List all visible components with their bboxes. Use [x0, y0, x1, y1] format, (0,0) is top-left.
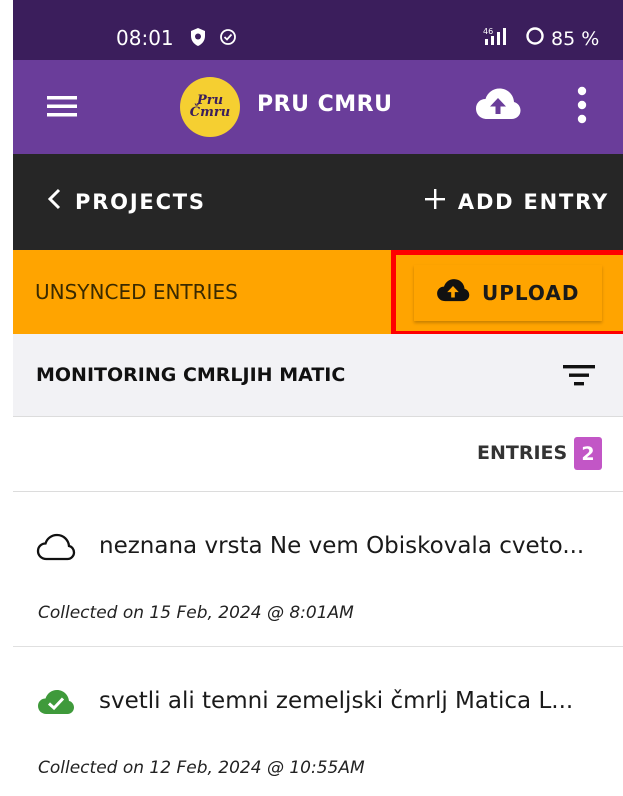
battery-ring-icon: [525, 26, 545, 51]
upload-button[interactable]: UPLOAD: [414, 265, 602, 321]
entries-header: ENTRIES 2: [13, 417, 623, 492]
entry-title: neznana vrsta Ne vem Obiskovala cveto...: [99, 533, 585, 559]
project-header: MONITORING CMRLJIH MATIC: [13, 334, 623, 417]
entries-count-badge: 2: [574, 437, 602, 470]
signal-icon: 46: [483, 26, 519, 51]
status-right-group: 46 85 %: [483, 26, 599, 51]
projects-back-button[interactable]: PROJECTS: [47, 188, 206, 215]
add-entry-button[interactable]: ADD ENTRY: [424, 188, 609, 215]
battery-percent: 85 %: [551, 27, 600, 50]
cloud-check-icon: [36, 687, 76, 722]
project-title: MONITORING CMRLJIH MATIC: [36, 364, 346, 386]
app-logo: Pru Čmru: [180, 77, 240, 137]
check-circle-icon: [219, 28, 237, 51]
menu-icon[interactable]: [47, 94, 77, 123]
list-item[interactable]: neznana vrsta Ne vem Obiskovala cveto...…: [13, 492, 623, 647]
more-vert-icon[interactable]: [576, 85, 588, 130]
status-bar: 08:01 46 85 %: [13, 0, 623, 60]
chevron-left-icon: [47, 188, 61, 215]
entries-label: ENTRIES: [477, 442, 568, 464]
app-title: PRU CMRU: [257, 92, 393, 117]
app-bar: Pru Čmru PRU CMRU: [13, 60, 623, 154]
network-type: 46: [483, 27, 493, 36]
cloud-upload-icon[interactable]: [475, 87, 521, 128]
upload-highlight: UPLOAD: [391, 250, 623, 336]
list-item[interactable]: svetli ali temni zemeljski čmrlj Matica …: [13, 647, 623, 796]
app-screen: 08:01 46 85 % Pru Čmru PRU CMRU PROJECTS…: [13, 0, 623, 796]
nav-bar: PROJECTS ADD ENTRY: [13, 154, 623, 250]
cloud-upload-icon: [436, 278, 470, 309]
projects-label: PROJECTS: [75, 189, 206, 214]
upload-label: UPLOAD: [482, 281, 580, 305]
entry-title: svetli ali temni zemeljski čmrlj Matica …: [99, 688, 574, 714]
plus-icon: [424, 188, 446, 215]
entry-date: Collected on 15 Feb, 2024 @ 8:01AM: [38, 603, 354, 623]
unsynced-entries-label: UNSYNCED ENTRIES: [35, 280, 238, 304]
entry-date: Collected on 12 Feb, 2024 @ 10:55AM: [38, 758, 365, 778]
unsynced-banner: UNSYNCED ENTRIES UPLOAD: [13, 250, 623, 336]
filter-icon[interactable]: [561, 361, 597, 394]
logo-text-bottom: Čmru: [189, 105, 231, 120]
add-entry-label: ADD ENTRY: [457, 189, 609, 214]
status-time: 08:01: [116, 26, 174, 50]
cloud-outline-icon: [36, 532, 76, 567]
shield-icon: [189, 27, 207, 52]
